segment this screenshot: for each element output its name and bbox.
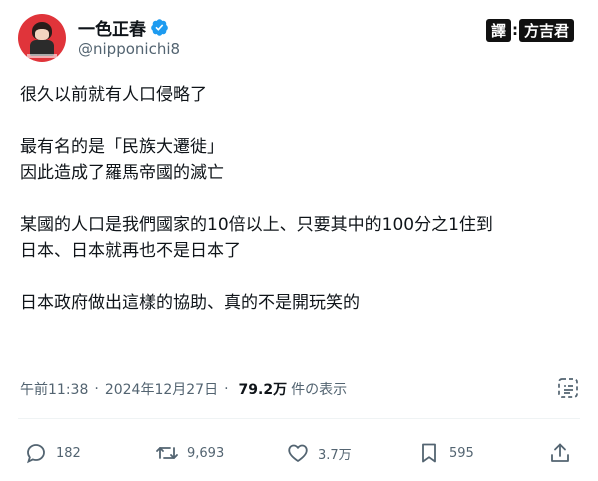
like-icon: [288, 444, 308, 462]
tweet-line: 日本政府做出這樣的協助、真的不是開玩笑的: [20, 293, 360, 313]
views-count[interactable]: 79.2万: [239, 379, 288, 399]
tweet-text: 很久以前就有人口侵略了 最有名的是「民族大遷徙」 因此造成了羅馬帝國的滅亡 某國…: [20, 82, 580, 316]
action-bar: 182 9,693 3.7万 595: [24, 439, 576, 467]
avatar[interactable]: [18, 14, 66, 62]
bookmark-count: 595: [449, 445, 474, 461]
retweet-icon: [156, 447, 178, 459]
tweet-line: 最有名的是「民族大遷徙」: [20, 137, 224, 157]
tweet-meta: 午前11:38 · 2024年12月27日 · 79.2万 件の表示: [20, 378, 347, 400]
tweet-line: 很久以前就有人口侵略了: [20, 85, 207, 105]
watermark-label: 譯: [485, 18, 511, 42]
grok-icon[interactable]: [556, 376, 580, 400]
reply-button[interactable]: 182: [24, 439, 81, 467]
bookmark-button[interactable]: 595: [417, 439, 474, 467]
like-button[interactable]: 3.7万: [286, 439, 352, 467]
divider: [18, 418, 580, 419]
watermark-translator: 方吉君: [518, 18, 574, 42]
retweet-button[interactable]: 9,693: [155, 439, 224, 467]
author-display-name[interactable]: 一色正春: [78, 15, 146, 40]
tweet-date[interactable]: 2024年12月27日: [105, 379, 218, 399]
tweet-header: 一色正春 @nipponichi8 譯 : 方吉君: [18, 14, 580, 66]
share-icon: [551, 443, 569, 462]
bookmark-icon: [422, 443, 436, 463]
watermark-colon: :: [511, 21, 518, 39]
tweet-line: 日本、日本就再也不是日本了: [20, 241, 241, 261]
retweet-count: 9,693: [187, 445, 225, 461]
share-button[interactable]: [548, 439, 572, 467]
views-label: 件の表示: [291, 382, 348, 398]
reply-icon: [27, 444, 45, 464]
author-handle[interactable]: @nipponichi8: [78, 40, 180, 58]
tweet-time[interactable]: 午前11:38: [20, 379, 88, 399]
author-name-row: 一色正春: [78, 15, 169, 40]
meta-separator: ·: [224, 381, 229, 397]
meta-separator: ·: [94, 381, 99, 397]
tweet-line: 因此造成了羅馬帝國的滅亡: [20, 163, 224, 183]
verified-icon: [151, 18, 168, 36]
reply-count: 182: [56, 445, 81, 461]
translator-watermark: 譯 : 方吉君: [485, 18, 574, 42]
tweet-line: 某國的人口是我們國家的10倍以上、只要其中的100分之1住到: [20, 215, 493, 235]
like-count: 3.7万: [318, 447, 352, 463]
